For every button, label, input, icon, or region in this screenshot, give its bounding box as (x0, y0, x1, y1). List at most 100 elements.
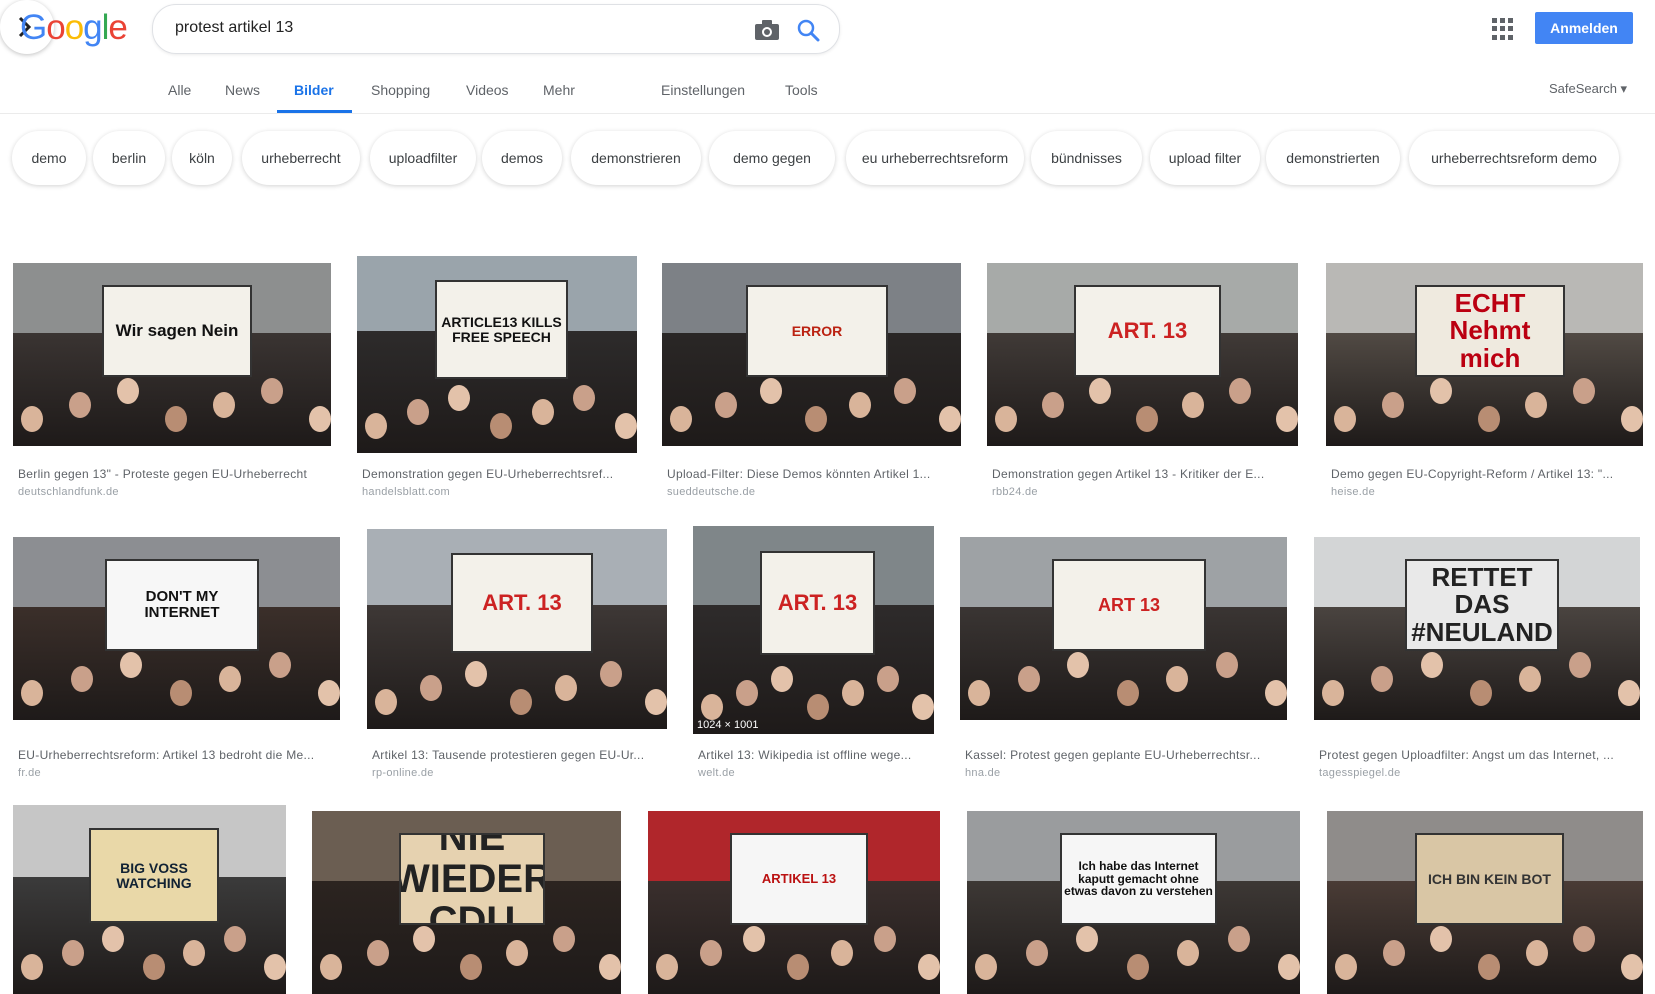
result-caption[interactable]: Berlin gegen 13" - Proteste gegen EU-Urh… (18, 467, 328, 481)
person-figure (1334, 406, 1356, 432)
chip-eu-urheberrechtsreform[interactable]: eu urheberrechtsreform (846, 131, 1024, 185)
protest-sign: ICH BIN KEIN BOT (1415, 833, 1564, 925)
result-caption[interactable]: Demonstration gegen Artikel 13 - Kritike… (992, 467, 1295, 481)
chip-berlin[interactable]: berlin (93, 131, 165, 185)
person-figure (510, 689, 532, 715)
tab-bilder[interactable]: Bilder (294, 82, 334, 98)
person-figure (117, 378, 139, 404)
protest-sign: BIG VOSS WATCHING (89, 828, 219, 923)
person-figure (1229, 378, 1252, 404)
search-icon[interactable] (796, 18, 820, 47)
result-thumbnail[interactable]: ARTIKEL 13 (648, 811, 940, 994)
chip-köln[interactable]: köln (172, 131, 232, 185)
tab-videos[interactable]: Videos (466, 82, 509, 98)
result-caption[interactable]: Artikel 13: Tausende protestieren gegen … (372, 748, 664, 762)
protest-sign: ERROR (746, 285, 888, 377)
chip-uploadfilter[interactable]: uploadfilter (370, 131, 476, 185)
protest-sign: ARTIKEL 13 (730, 833, 868, 925)
tab-shopping[interactable]: Shopping (371, 82, 430, 98)
person-figure (21, 680, 43, 706)
result-source[interactable]: fr.de (18, 767, 41, 779)
person-figure (806, 694, 829, 720)
tab-news[interactable]: News (225, 82, 260, 98)
chip-demo[interactable]: demo (12, 131, 86, 185)
person-figure (995, 406, 1017, 432)
person-figure (699, 940, 722, 966)
chip-demo-gegen[interactable]: demo gegen (709, 131, 835, 185)
person-figure (555, 675, 577, 701)
result-source[interactable]: heise.de (1331, 486, 1375, 498)
result-source[interactable]: rp-online.de (372, 767, 434, 779)
person-figure (1470, 680, 1492, 706)
person-figure (261, 378, 283, 404)
tab-mehr[interactable]: Mehr (543, 82, 575, 98)
apps-grid-icon[interactable] (1492, 18, 1514, 40)
chip-upload-filter[interactable]: upload filter (1150, 131, 1260, 185)
result-thumbnail[interactable]: ART. 13 (987, 263, 1298, 446)
result-thumbnail[interactable]: ICH BIN KEIN BOT (1327, 811, 1643, 994)
person-figure (939, 406, 961, 432)
signin-button[interactable]: Anmelden (1535, 12, 1633, 44)
person-figure (701, 694, 723, 720)
person-figure (1621, 406, 1643, 432)
result-thumbnail[interactable]: ERROR (662, 263, 961, 446)
person-figure (894, 378, 917, 404)
result-caption[interactable]: Demo gegen EU-Copyright-Reform / Artikel… (1331, 467, 1640, 481)
image-dimensions: 1024 × 1001 (697, 719, 759, 731)
safesearch-toggle[interactable]: SafeSearch ▾ (1549, 81, 1627, 97)
result-source[interactable]: hna.de (965, 767, 1000, 779)
person-figure (102, 926, 124, 952)
tab-alle[interactable]: Alle (168, 82, 191, 98)
person-figure (1215, 652, 1238, 678)
result-thumbnail[interactable]: RETTET DAS #NEULAND (1314, 537, 1640, 720)
chip-urheberrecht[interactable]: urheberrecht (242, 131, 360, 185)
person-figure (656, 954, 678, 980)
result-source[interactable]: rbb24.de (992, 486, 1038, 498)
person-figure (268, 652, 291, 678)
result-source[interactable]: tagesspiegel.de (1319, 767, 1401, 779)
result-source[interactable]: welt.de (698, 767, 735, 779)
result-thumbnail[interactable]: Ich habe das Internet kaputt gemacht ohn… (967, 811, 1300, 994)
result-thumbnail[interactable]: ART 13 (960, 537, 1287, 720)
result-caption[interactable]: EU-Urheberrechtsreform: Artikel 13 bedro… (18, 748, 337, 762)
person-figure (213, 392, 235, 418)
result-source[interactable]: deutschlandfunk.de (18, 486, 119, 498)
result-thumbnail[interactable]: ART. 13 1024 × 1001 (693, 526, 934, 734)
google-logo[interactable]: Google (20, 8, 128, 48)
result-thumbnail[interactable]: NIE WIEDER CDU (312, 811, 621, 994)
person-figure (61, 940, 84, 966)
camera-icon[interactable] (754, 19, 780, 46)
tab-tools[interactable]: Tools (785, 82, 818, 98)
person-figure (1618, 680, 1640, 706)
result-caption[interactable]: Demonstration gegen EU-Urheberrechtsref.… (362, 467, 634, 481)
result-caption[interactable]: Artikel 13: Wikipedia ist offline wege..… (698, 748, 931, 762)
person-figure (1335, 954, 1357, 980)
person-figure (670, 406, 692, 432)
chip-demos[interactable]: demos (482, 131, 562, 185)
result-thumbnail[interactable]: ARTICLE13 KILLS FREE SPEECH (357, 256, 637, 453)
person-figure (1025, 940, 1048, 966)
chip-demonstrierten[interactable]: demonstrierten (1266, 131, 1400, 185)
result-caption[interactable]: Upload-Filter: Diese Demos könnten Artik… (667, 467, 958, 481)
result-source[interactable]: handelsblatt.com (362, 486, 450, 498)
person-figure (1477, 406, 1500, 432)
result-caption[interactable]: Protest gegen Uploadfilter: Angst um das… (1319, 748, 1637, 762)
result-thumbnail[interactable]: Wir sagen Nein (13, 263, 331, 446)
result-thumbnail[interactable]: BIG VOSS WATCHING (13, 805, 286, 994)
result-thumbnail[interactable]: ART. 13 (367, 529, 667, 729)
result-caption[interactable]: Kassel: Protest gegen geplante EU-Urhebe… (965, 748, 1284, 762)
person-figure (120, 652, 142, 678)
person-figure (1076, 926, 1098, 952)
tab-einstellungen[interactable]: Einstellungen (661, 82, 745, 98)
result-source[interactable]: sueddeutsche.de (667, 486, 755, 498)
chip-demonstrieren[interactable]: demonstrieren (571, 131, 701, 185)
chip-urheberrechtsreform-demo[interactable]: urheberrechtsreform demo (1409, 131, 1619, 185)
result-thumbnail[interactable]: DON'T MY INTERNET (13, 537, 340, 720)
chip-bündnisses[interactable]: bündnisses (1031, 131, 1142, 185)
person-figure (1177, 940, 1199, 966)
person-figure (1166, 666, 1188, 692)
result-thumbnail[interactable]: Ich bin ECHT Nehmt mich ERNST (1326, 263, 1643, 446)
person-figure (1573, 378, 1596, 404)
person-figure (531, 399, 554, 425)
search-input[interactable] (173, 18, 717, 38)
